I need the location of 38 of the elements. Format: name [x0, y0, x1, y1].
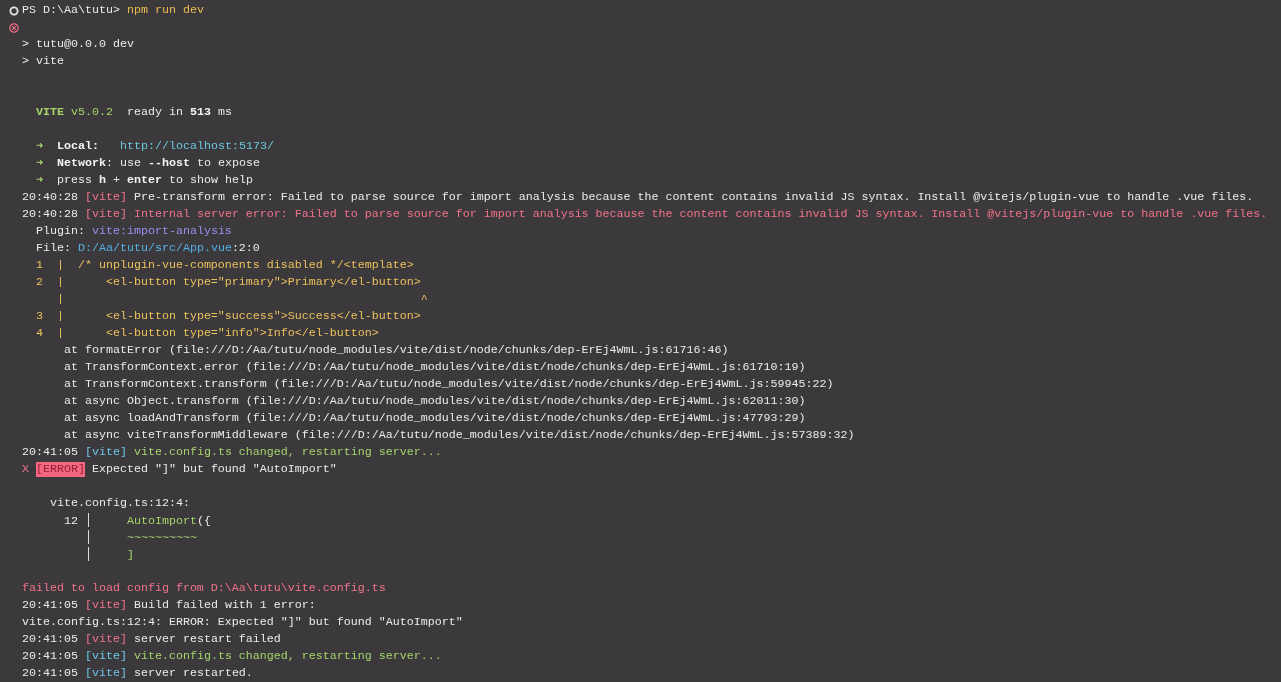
terminal-line: 4 | <el-button type="info">Info</el-button>	[36, 325, 379, 342]
terminal-line: at async Object.transform (file:///D:/Aa/tutu/node_modules/vite/dist/node/chunks/dep-ErEj4WmL.js:62011:30)	[64, 393, 806, 410]
terminal-line: > vite	[22, 53, 64, 70]
terminal-line: 20:40:28 [vite] Internal server error: Failed to parse source for import analysis because the content contains invalid JS syntax. Install @vitejs/plugin-vue to handle .vue files.	[22, 206, 1268, 223]
terminal-line: Expected "]" but found "AutoImport"	[90, 461, 337, 478]
terminal-line: at async loadAndTransform (file:///D:/Aa/tutu/node_modules/vite/dist/node/chunks/dep-ErEj4WmL.js:47793:29)	[64, 410, 806, 427]
error-badge: [ERROR]	[36, 462, 85, 477]
terminal-line: at TransformContext.transform (file:///D:/Aa/tutu/node_modules/vite/dist/node/chunks/dep-ErEj4WmL.js:59945:22)	[64, 376, 834, 393]
terminal-line: │ ~~~~~~~~~~	[84, 528, 197, 547]
terminal-line: at formatError (file:///D:/Aa/tutu/node_modules/vite/dist/node/chunks/dep-ErEj4WmL.js:61716:46)	[64, 342, 729, 359]
status-circle-icon	[9, 5, 19, 16]
terminal-line: 20:40:28 [vite] Pre-transform error: Failed to parse source for import analysis because the content contains invalid JS syntax. Install @vitejs/plugin-vue to handle .vue files.	[22, 189, 1254, 206]
terminal-line: vite.config.ts:12:4:	[50, 495, 190, 512]
terminal-line: failed to load config from D:\Aa\tutu\vite.config.ts	[22, 580, 386, 597]
terminal-line: X	[22, 461, 30, 478]
terminal-line: vite.config.ts:12:4: ERROR: Expected "]" but found "AutoImport"	[22, 614, 463, 631]
terminal-line: 20:41:05 [vite] server restart failed	[22, 631, 281, 648]
terminal-line: ➜ press h + enter to show help	[36, 172, 253, 189]
terminal-line: ➜ Network: use --host to expose	[36, 155, 260, 172]
error-icon	[9, 22, 19, 33]
terminal-line: ➜ Local: http://localhost:5173/	[36, 138, 274, 155]
terminal-line: at async viteTransformMiddleware (file:///D:/Aa/tutu/node_modules/vite/dist/node/chunks/dep-ErEj4WmL.js:57389:32)	[64, 427, 855, 444]
terminal-line: 20:41:05 [vite] server restarted.	[22, 665, 253, 682]
terminal-line: Plugin: vite:import-analysis	[36, 223, 232, 240]
terminal-line: 20:41:05 [vite] Build failed with 1 error:	[22, 597, 316, 614]
terminal-line: 20:41:05 [vite] vite.config.ts changed, restarting server...	[22, 444, 442, 461]
terminal-line: at TransformContext.error (file:///D:/Aa/tutu/node_modules/vite/dist/node/chunks/dep-ErEj4WmL.js:61710:19)	[64, 359, 806, 376]
terminal-line: 1 | /* unplugin-vue-components disabled */<template>	[36, 257, 414, 274]
terminal-line: VITE v5.0.2 ready in 513 ms	[36, 104, 232, 121]
terminal-line: > tutu@0.0.0 dev	[22, 36, 134, 53]
terminal-line: | ^	[57, 291, 428, 308]
terminal-line: File: D:/Aa/tutu/src/App.vue:2:0	[36, 240, 260, 257]
terminal-line: 3 | <el-button type="success">Success</el-button>	[36, 308, 421, 325]
terminal-line: 20:41:05 [vite] vite.config.ts changed, restarting server...	[22, 648, 442, 665]
terminal-line: PS D:\Aa\tutu> npm run dev	[22, 2, 204, 19]
terminal-line: │ ]	[84, 545, 134, 564]
terminal-line: 12 │ AutoImport({	[64, 511, 211, 530]
terminal-line: 2 | <el-button type="primary">Primary</el-button>	[36, 274, 421, 291]
